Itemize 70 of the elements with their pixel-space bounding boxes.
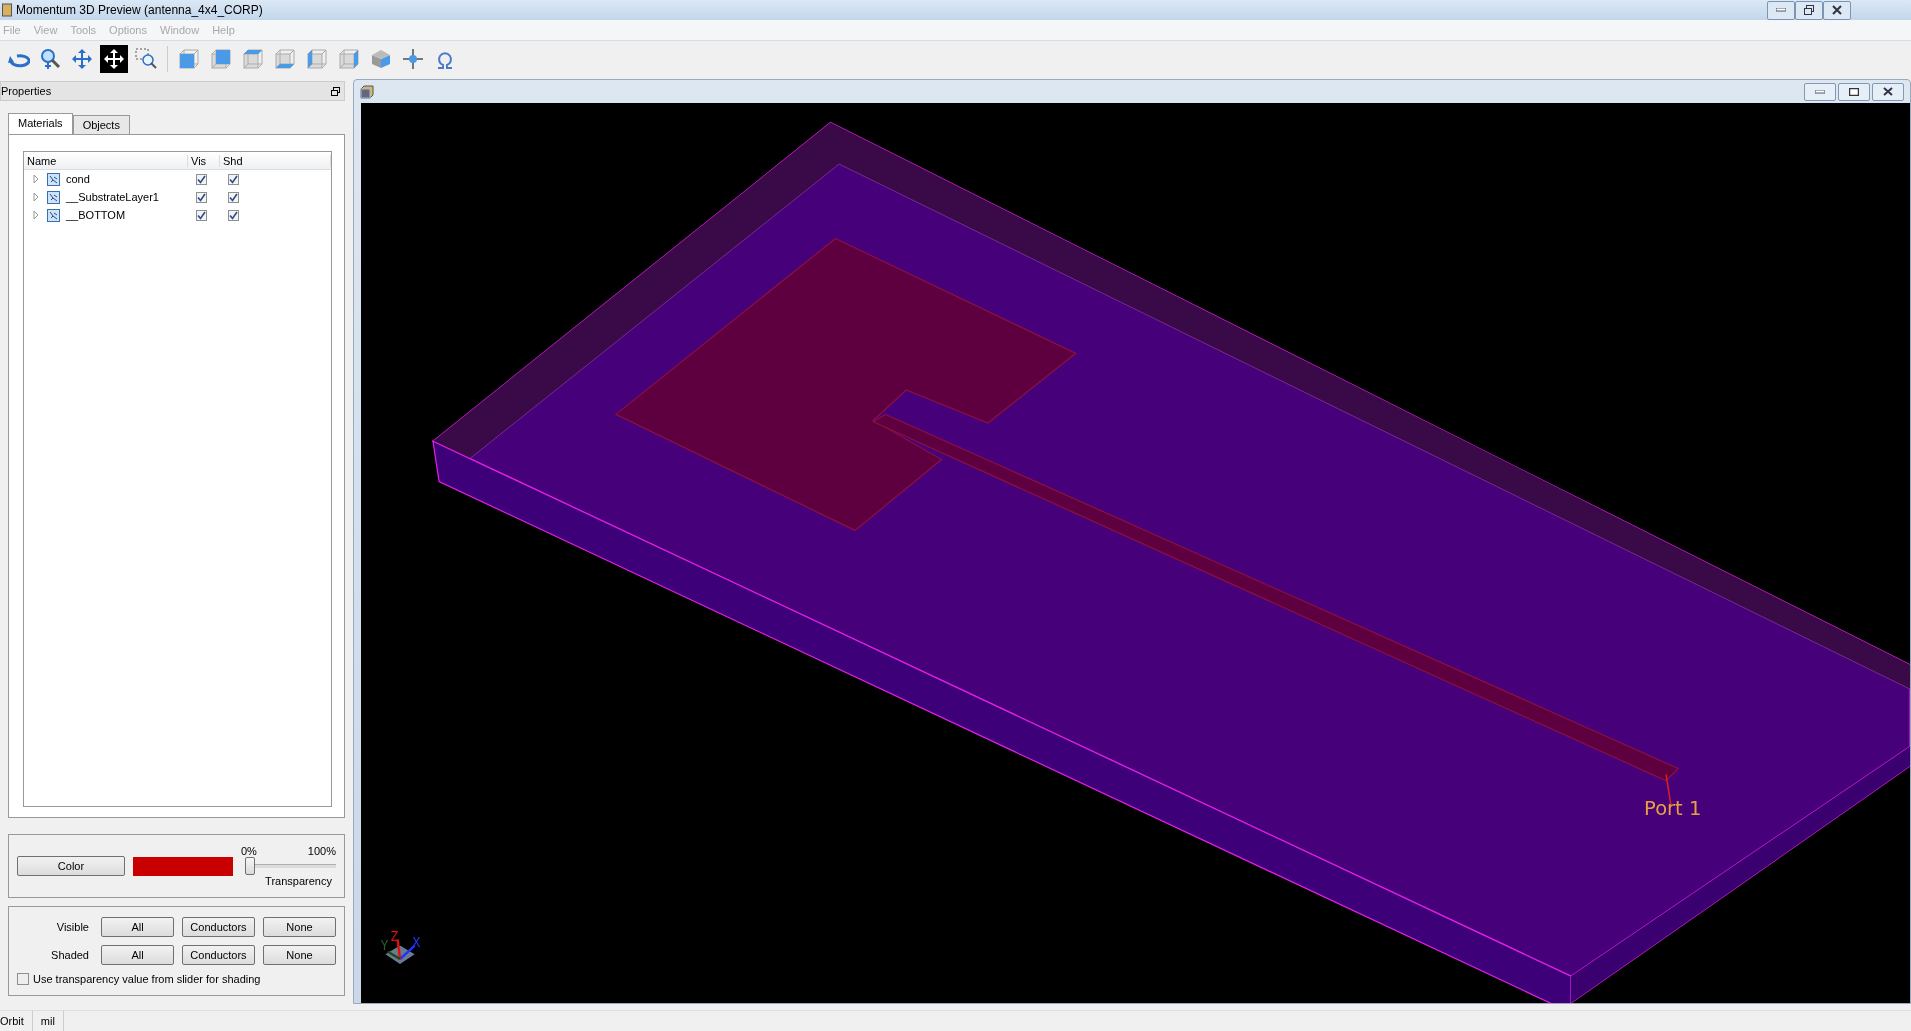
column-header[interactable]: Shd — [220, 154, 331, 167]
cube-icon — [209, 47, 233, 71]
status-text: Orbit — [0, 1011, 33, 1031]
app-icon — [2, 3, 12, 17]
slider-max-label: 100% — [307, 845, 336, 857]
tab[interactable]: Objects — [72, 115, 130, 134]
close-button[interactable] — [1823, 0, 1851, 20]
axis-label: Y — [380, 938, 389, 954]
column-header[interactable]: Name — [24, 154, 188, 167]
material-name[interactable]: cond — [66, 173, 90, 185]
cube-icon — [369, 47, 393, 71]
axis-label: X — [412, 934, 421, 950]
axis-label: Z — [390, 928, 399, 944]
cube-icon — [305, 47, 329, 71]
close-icon — [1832, 5, 1842, 15]
restore-icon — [1804, 5, 1814, 15]
status-text: mil — [32, 1011, 64, 1031]
row-label: Shaded — [51, 949, 89, 961]
zoom-icon — [38, 47, 62, 71]
filter-button[interactable]: All — [101, 945, 174, 965]
checkbox-label: Use transparency value from slider for shading — [33, 973, 261, 985]
material-icon — [47, 208, 60, 222]
minimize-icon — [1815, 89, 1825, 94]
checkbox[interactable] — [196, 173, 207, 185]
material-name[interactable]: __SubstrateLayer1 — [66, 191, 159, 203]
row-label: Visible — [56, 921, 89, 933]
minimize-icon — [1776, 8, 1786, 12]
cube-icon — [337, 47, 361, 71]
pan-icon — [70, 47, 94, 71]
tab[interactable]: Materials — [8, 113, 73, 134]
checkbox[interactable] — [228, 173, 239, 185]
filter-button[interactable]: None — [263, 945, 336, 965]
column-header[interactable]: Vis — [188, 154, 220, 167]
maximize-icon — [1849, 87, 1859, 96]
filter-button[interactable]: Conductors — [182, 917, 255, 937]
cube-icon — [273, 47, 297, 71]
window-title: Momentum 3D Preview (antenna_4x4_CORP) — [16, 3, 263, 17]
crosshair-icon — [401, 47, 425, 71]
checkbox[interactable] — [196, 191, 207, 203]
slider-thumb[interactable] — [245, 857, 255, 875]
cube-icon — [360, 84, 374, 99]
material-icon — [47, 172, 60, 186]
checkbox[interactable] — [228, 209, 239, 221]
cube-icon — [241, 47, 265, 71]
material-name[interactable]: __BOTTOM — [66, 209, 126, 221]
close-button[interactable] — [1872, 82, 1904, 101]
filter-button[interactable]: All — [101, 917, 174, 937]
maximize-button[interactable] — [1838, 82, 1870, 101]
checkbox[interactable] — [196, 209, 207, 221]
move-icon — [102, 47, 126, 71]
panel-title: Properties — [1, 85, 52, 97]
material-icon — [47, 190, 60, 204]
expand-arrow-icon[interactable] — [32, 174, 41, 184]
cube-icon — [177, 47, 201, 71]
filter-button[interactable]: None — [263, 917, 336, 937]
port-label: Port 1 — [1644, 796, 1702, 820]
filter-button[interactable]: Conductors — [182, 945, 255, 965]
checkbox[interactable] — [17, 973, 29, 985]
checkbox[interactable] — [228, 191, 239, 203]
slider-min-label: 0% — [241, 845, 257, 857]
expand-arrow-icon[interactable] — [32, 192, 41, 202]
3d-viewport[interactable]: Port 1 Y Z X — [361, 103, 1910, 1003]
float-icon[interactable] — [331, 86, 340, 96]
zoom-box-icon — [134, 47, 158, 71]
close-icon — [1883, 87, 1893, 96]
toolbar-button[interactable] — [100, 45, 128, 73]
slider-caption: Transparency — [265, 875, 332, 887]
restore-button[interactable] — [1795, 0, 1823, 20]
expand-arrow-icon[interactable] — [32, 210, 41, 220]
color-button[interactable]: Color — [17, 856, 125, 876]
